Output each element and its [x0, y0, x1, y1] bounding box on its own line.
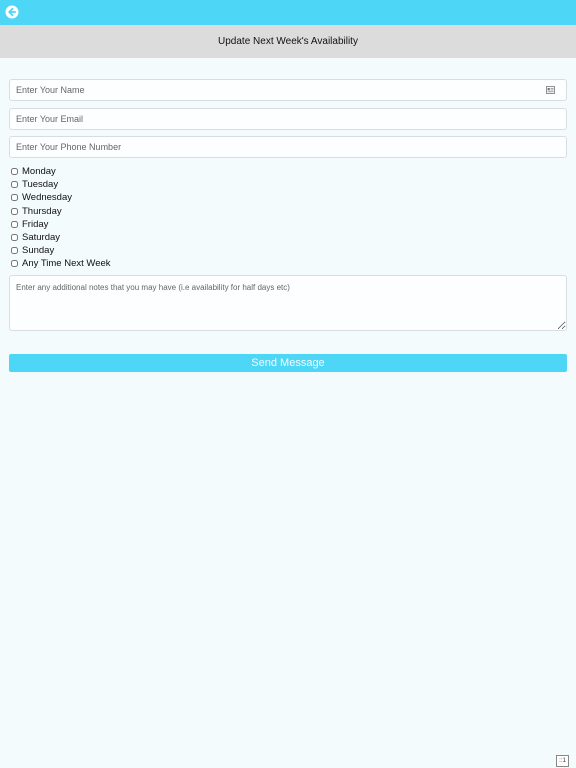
- day-label: Any Time Next Week: [22, 258, 111, 270]
- day-option-monday[interactable]: Monday: [11, 165, 311, 178]
- day-label: Saturday: [22, 232, 61, 244]
- day-option-sunday[interactable]: Sunday: [11, 244, 311, 257]
- checkbox-wednesday[interactable]: [11, 194, 18, 202]
- checkbox-thursday[interactable]: [11, 207, 18, 215]
- page-title: Update Next Week's Availability: [218, 36, 358, 47]
- day-label: Sunday: [22, 245, 55, 257]
- checkbox-sunday[interactable]: [11, 247, 18, 255]
- top-bar: [0, 0, 576, 25]
- phone-input[interactable]: [9, 136, 567, 158]
- day-label: Thursday: [22, 205, 62, 217]
- checkbox-friday[interactable]: [11, 220, 18, 228]
- day-checkbox-list: Monday Tuesday Wednesday Thursday Friday…: [11, 165, 311, 271]
- checkbox-any-time[interactable]: [11, 260, 18, 268]
- day-label: Tuesday: [22, 179, 59, 191]
- day-option-wednesday[interactable]: Wednesday: [11, 191, 311, 204]
- day-option-any-time[interactable]: Any Time Next Week: [11, 257, 311, 270]
- checkbox-saturday[interactable]: [11, 234, 18, 242]
- checkbox-monday[interactable]: [11, 168, 18, 176]
- day-label: Monday: [22, 166, 56, 178]
- checkbox-tuesday[interactable]: [11, 181, 18, 189]
- email-input[interactable]: [9, 108, 567, 130]
- arrow-left-circle-icon[interactable]: [5, 5, 19, 19]
- corner-badge: ::1: [556, 755, 569, 767]
- day-option-saturday[interactable]: Saturday: [11, 231, 311, 244]
- day-option-thursday[interactable]: Thursday: [11, 205, 311, 218]
- contact-card-icon[interactable]: [546, 86, 555, 94]
- notes-textarea[interactable]: [9, 275, 567, 331]
- day-label: Friday: [22, 218, 49, 230]
- day-label: Wednesday: [22, 192, 72, 204]
- day-option-friday[interactable]: Friday: [11, 218, 311, 231]
- title-bar: Update Next Week's Availability: [0, 25, 576, 58]
- send-message-button[interactable]: Send Message: [9, 354, 567, 372]
- name-input[interactable]: [9, 79, 567, 101]
- day-option-tuesday[interactable]: Tuesday: [11, 178, 311, 191]
